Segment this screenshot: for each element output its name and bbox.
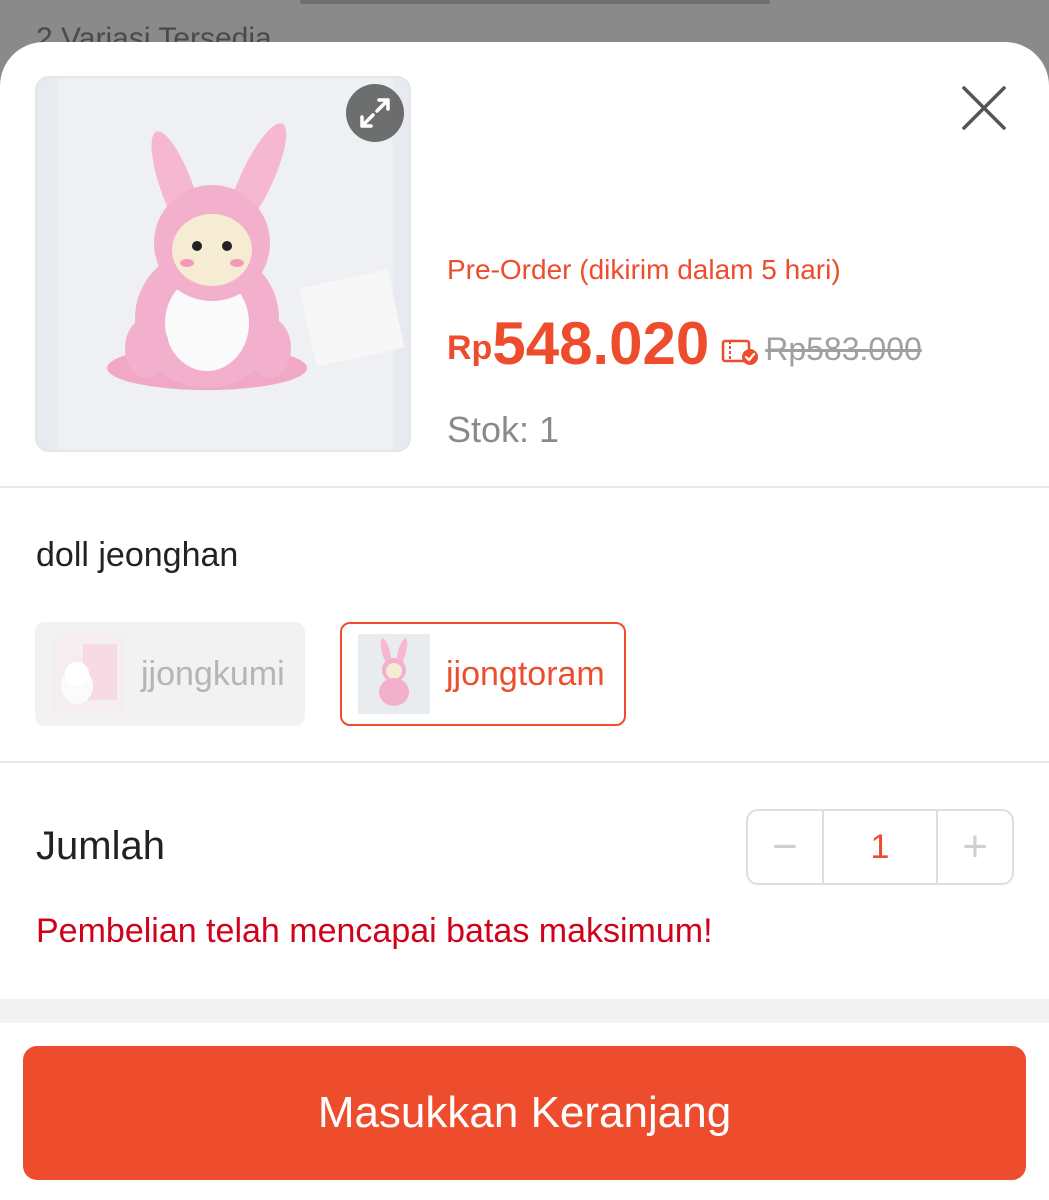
preorder-label: Pre-Order (dikirim dalam 5 hari) xyxy=(447,254,841,285)
variant-thumbnail xyxy=(53,634,125,714)
quantity-label: Jumlah xyxy=(36,824,165,868)
max-purchase-warning: Pembelian telah mencapai batas maksimum! xyxy=(36,912,713,950)
divider xyxy=(0,761,1049,763)
close-icon xyxy=(962,86,1006,130)
variant-label: jjongkumi xyxy=(141,654,285,693)
divider xyxy=(0,486,1049,488)
add-to-cart-button[interactable]: Masukkan Keranjang xyxy=(23,1046,1026,1180)
decrease-quantity-button[interactable]: − xyxy=(748,811,822,883)
quantity-value[interactable]: 1 xyxy=(822,811,938,883)
quantity-stepper: − 1 + xyxy=(746,809,1014,885)
stock-text: Stok: 1 xyxy=(447,409,560,450)
expand-icon xyxy=(360,98,390,128)
section-separator xyxy=(0,999,1049,1023)
variant-option-jjongkumi[interactable]: jjongkumi xyxy=(35,622,305,726)
close-button[interactable] xyxy=(958,82,1010,134)
variation-bottom-sheet: Pre-Order (dikirim dalam 5 hari) Rp 548.… xyxy=(0,42,1049,1200)
price-row: Rp 548.020 Rp583.000 xyxy=(447,304,922,374)
expand-image-button[interactable] xyxy=(346,84,404,142)
variant-thumbnail xyxy=(358,634,430,714)
original-price: Rp583.000 xyxy=(765,331,922,367)
variation-label: doll jeonghan xyxy=(36,536,239,574)
price-currency: Rp xyxy=(447,329,493,367)
variant-option-jjongtoram[interactable]: jjongtoram xyxy=(340,622,626,726)
price-value: 548.020 xyxy=(492,310,710,377)
voucher-icon xyxy=(721,339,759,365)
variant-label: jjongtoram xyxy=(446,654,605,693)
increase-quantity-button[interactable]: + xyxy=(938,811,1012,883)
backdrop-handle xyxy=(300,0,770,4)
